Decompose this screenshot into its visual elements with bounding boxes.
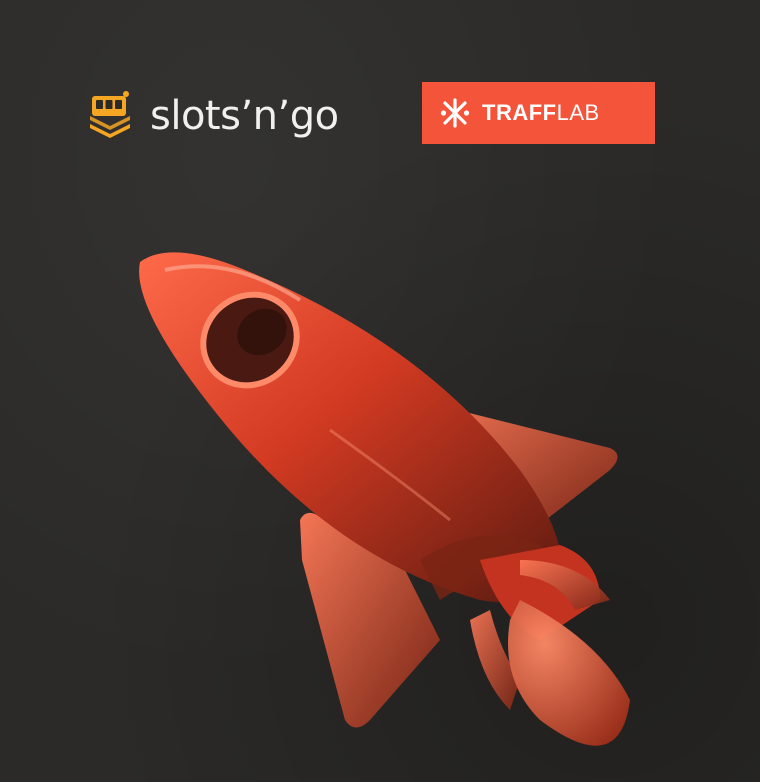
rocket-exhaust [508, 600, 630, 746]
rocket-illustration [139, 252, 630, 746]
